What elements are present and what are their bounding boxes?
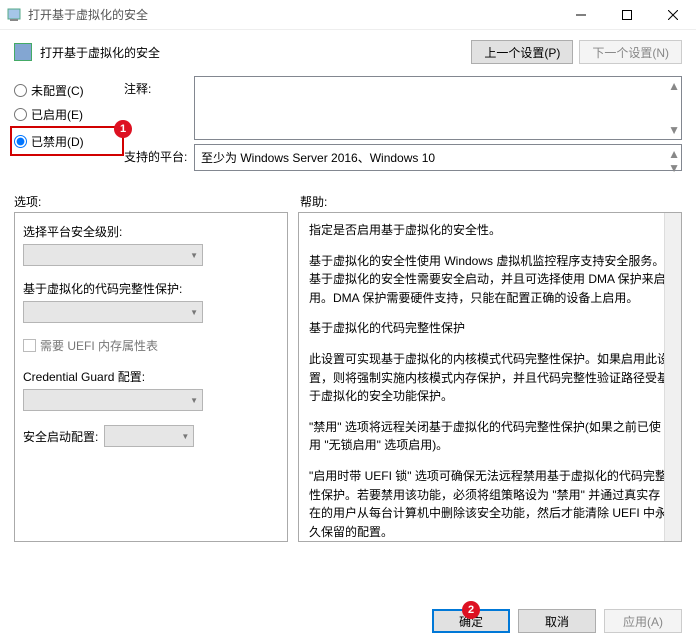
ok-button[interactable]: 确定 2 [432,609,510,633]
radio-enabled-label: 已启用(E) [31,106,83,123]
code-integrity-combo[interactable]: ▼ [23,301,203,323]
help-p5: "禁用" 选项将远程关闭基于虚拟化的代码完整性保护(如果之前已使用 "无锁启用"… [309,418,671,455]
radio-not-configured[interactable]: 未配置(C) [14,78,124,102]
platform-label: 支持的平台: [124,144,194,171]
platform-security-label: 选择平台安全级别: [23,223,279,240]
uefi-checkbox-row[interactable]: 需要 UEFI 内存属性表 [23,337,279,354]
radio-disabled[interactable]: 已禁用(D) [14,129,120,153]
state-radio-group: 未配置(C) 已启用(E) 已禁用(D) 1 [14,76,124,175]
page-title: 打开基于虚拟化的安全 [40,44,471,61]
chevron-down-icon: ▼ [181,432,189,441]
code-integrity-label: 基于虚拟化的代码完整性保护: [23,280,279,297]
help-p1: 指定是否启用基于虚拟化的安全性。 [309,221,671,240]
radio-disabled-input[interactable] [14,135,27,148]
help-pane: 指定是否启用基于虚拟化的安全性。 基于虚拟化的安全性使用 Windows 虚拟机… [298,212,682,542]
minimize-button[interactable] [558,0,604,30]
chevron-down-icon: ▼ [190,251,198,260]
uefi-checkbox[interactable] [23,339,36,352]
comment-label: 注释: [124,76,194,140]
credential-guard-combo[interactable]: ▼ [23,389,203,411]
options-heading: 选项: [14,193,300,210]
titlebar: 打开基于虚拟化的安全 [0,0,696,30]
radio-not-configured-label: 未配置(C) [31,82,84,99]
annotation-badge-2: 2 [462,601,480,619]
annotation-highlight-1: 已禁用(D) 1 [10,126,124,156]
help-p2: 基于虚拟化的安全性使用 Windows 虚拟机监控程序支持安全服务。基于虚拟化的… [309,252,671,308]
comment-textarea[interactable]: ▲▼ [194,76,682,140]
help-p4: 此设置可实现基于虚拟化的内核模式代码完整性保护。如果启用此设置，则将强制实施内核… [309,350,671,406]
comment-scroll: ▲▼ [669,79,679,137]
help-heading: 帮助: [300,193,327,210]
radio-enabled[interactable]: 已启用(E) [14,102,124,126]
options-pane: 选择平台安全级别: ▼ 基于虚拟化的代码完整性保护: ▼ 需要 UEFI 内存属… [14,212,288,542]
platform-box: 至少为 Windows Server 2016、Windows 10 ▲▼ [194,144,682,171]
cancel-button[interactable]: 取消 [518,609,596,633]
dialog-buttons: 确定 2 取消 应用(A) [432,609,682,633]
chevron-down-icon: ▼ [190,308,198,317]
radio-enabled-input[interactable] [14,108,27,121]
help-scrollbar[interactable] [664,213,681,541]
platform-value: 至少为 Windows Server 2016、Windows 10 [201,149,435,166]
help-p3: 基于虚拟化的代码完整性保护 [309,319,671,338]
radio-not-configured-input[interactable] [14,84,27,97]
header: 打开基于虚拟化的安全 上一个设置(P) 下一个设置(N) [0,30,696,68]
previous-setting-button[interactable]: 上一个设置(P) [471,40,573,64]
platform-security-combo[interactable]: ▼ [23,244,203,266]
window-title: 打开基于虚拟化的安全 [28,6,558,23]
credential-guard-label: Credential Guard 配置: [23,368,279,385]
secure-boot-combo[interactable]: ▼ [104,425,194,447]
platform-scroll: ▲▼ [669,147,679,168]
policy-icon [14,43,32,61]
close-button[interactable] [650,0,696,30]
secure-boot-label: 安全启动配置: [23,428,98,445]
annotation-badge-1: 1 [114,120,132,138]
apply-button: 应用(A) [604,609,682,633]
chevron-down-icon: ▼ [190,396,198,405]
uefi-checkbox-label: 需要 UEFI 内存属性表 [40,337,158,354]
next-setting-button: 下一个设置(N) [579,40,682,64]
app-icon [6,7,22,23]
maximize-button[interactable] [604,0,650,30]
radio-disabled-label: 已禁用(D) [31,133,84,150]
help-p6: "启用时带 UEFI 锁" 选项可确保无法远程禁用基于虚拟化的代码完整性保护。若… [309,467,671,541]
